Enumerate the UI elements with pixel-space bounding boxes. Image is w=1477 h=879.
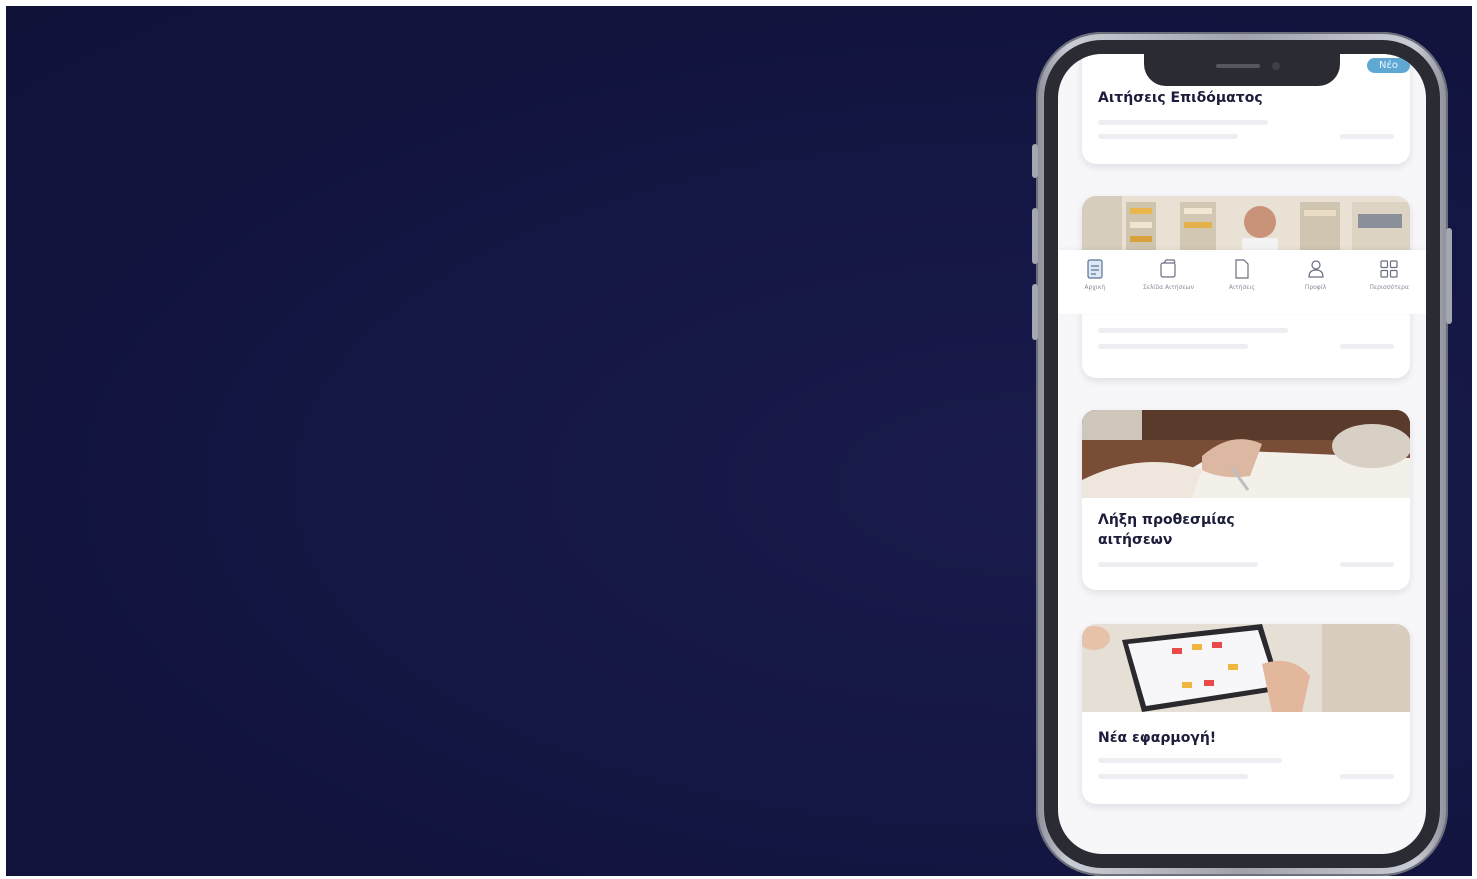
phone-notch (1144, 54, 1340, 86)
card-title: Λήξη προθεσμίας αιτήσεων (1098, 512, 1235, 548)
card-text-line (1098, 328, 1288, 333)
card-image-signing (1082, 410, 1410, 498)
folder-icon (1160, 259, 1176, 278)
nav-label: Αρχική (1084, 284, 1106, 291)
new-badge: Νέο (1366, 58, 1410, 73)
nav-label: Προφίλ (1304, 284, 1327, 291)
card-text-line (1098, 344, 1248, 349)
card-text-line (1098, 120, 1268, 125)
nav-label: Αιτήσεις (1228, 284, 1256, 291)
phone-volume-up (1032, 208, 1038, 264)
phone-power-button (1446, 228, 1452, 324)
card-image-tablet (1082, 624, 1410, 712)
card-read-more (1340, 774, 1394, 779)
grid-icon (1380, 260, 1398, 278)
phone-screen: Νέο Αιτήσεις Επιδόματος Αρχική Σελίδα Αι… (1058, 54, 1426, 854)
speaker-grille (1216, 64, 1260, 68)
bottom-navigation: Αρχική Σελίδα Αιτήσεων Αιτήσεις Προφίλ Π… (1058, 250, 1426, 314)
nav-label: Περισσότερα (1369, 284, 1409, 291)
card-title: Νέα εφαρμογή! (1098, 730, 1217, 746)
video-background: Νέο Αιτήσεις Επιδόματος Αρχική Σελίδα Αι… (6, 6, 1472, 876)
nav-item-profile[interactable]: Προφίλ (1283, 258, 1349, 291)
nav-item-applications[interactable]: Αιτήσεις (1209, 258, 1275, 291)
card-read-more (1340, 134, 1394, 139)
nav-item-home[interactable]: Αρχική (1062, 258, 1128, 291)
card-text-line (1098, 774, 1248, 779)
user-icon (1307, 260, 1324, 278)
document-icon (1087, 259, 1103, 279)
news-card[interactable]: Λήξη προθεσμίας αιτήσεων (1082, 410, 1410, 590)
news-card[interactable]: Νέα εφαρμογή! (1082, 624, 1410, 804)
phone-mute-switch (1032, 144, 1038, 178)
phone-mockup: Νέο Αιτήσεις Επιδόματος Αρχική Σελίδα Αι… (1032, 32, 1452, 876)
nav-item-applications-page[interactable]: Σελίδα Αιτήσεων (1135, 258, 1201, 291)
nav-label: Σελίδα Αιτήσεων (1142, 284, 1194, 291)
file-icon (1235, 259, 1249, 279)
phone-volume-down (1032, 284, 1038, 340)
card-read-more (1340, 562, 1394, 567)
nav-item-more[interactable]: Περισσότερα (1356, 258, 1422, 291)
card-text-line (1098, 562, 1258, 567)
front-camera (1272, 62, 1280, 70)
card-title: Αιτήσεις Επιδόματος (1098, 90, 1263, 106)
card-text-line (1098, 758, 1282, 763)
card-text-line (1098, 134, 1238, 139)
card-read-more (1340, 344, 1394, 349)
